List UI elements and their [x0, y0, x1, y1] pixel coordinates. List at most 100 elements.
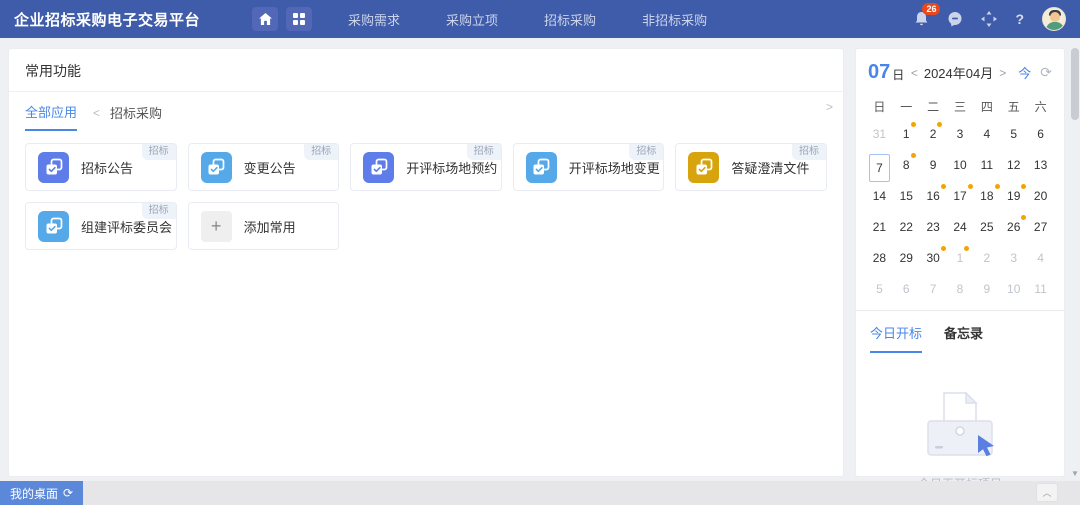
prev-month-button[interactable]: <	[907, 66, 922, 80]
calendar-day[interactable]: 9	[920, 154, 947, 176]
calendar-day[interactable]: 11	[1027, 278, 1054, 300]
tab-category-bidding[interactable]: 招标采购	[110, 103, 162, 130]
calendar-day[interactable]: 15	[893, 185, 920, 207]
calendar-day[interactable]: 18	[973, 185, 1000, 207]
tab-memo[interactable]: 备忘录	[944, 323, 983, 353]
app-tile[interactable]: 招标 招标公告	[25, 143, 177, 191]
event-dot	[1021, 215, 1026, 220]
user-avatar[interactable]	[1042, 7, 1066, 31]
app-tile[interactable]: 招标 开评标场地变更	[513, 143, 665, 191]
tab-all-apps[interactable]: 全部应用	[25, 102, 77, 131]
day-number: 31	[873, 123, 886, 145]
day-number: 22	[900, 216, 913, 238]
calendar-day[interactable]: 6	[1027, 123, 1054, 145]
top-header: 企业招标采购电子交易平台 采购需求 采购立项 招标采购 非招标采购 26	[0, 0, 1080, 38]
calendar-day[interactable]: 6	[893, 278, 920, 300]
scrollbar-thumb[interactable]	[1071, 48, 1079, 120]
calendar-day[interactable]: 16	[920, 185, 947, 207]
app-tile[interactable]: 招标 答疑澄清文件	[675, 143, 827, 191]
calendar-day[interactable]: 10	[1000, 278, 1027, 300]
calendar-day[interactable]: 14	[866, 185, 893, 207]
calendar-day[interactable]: 30	[920, 247, 947, 269]
calendar-day[interactable]: 25	[973, 216, 1000, 238]
apps-grid-button[interactable]	[286, 7, 312, 31]
tile-tag: 招标	[142, 144, 176, 160]
day-number: 16	[926, 185, 939, 207]
app-tile[interactable]: 招标 开评标场地预约	[350, 143, 502, 191]
app-tile[interactable]: 招标 组建评标委员会	[25, 202, 177, 250]
calendar-day[interactable]: 4	[1027, 247, 1054, 269]
avatar-face	[1050, 12, 1060, 22]
calendar-day[interactable]: 29	[893, 247, 920, 269]
calendar-day[interactable]: 24	[947, 216, 974, 238]
calendar-day[interactable]: 22	[893, 216, 920, 238]
calendar-day[interactable]: 5	[866, 278, 893, 300]
message-button[interactable]	[947, 11, 963, 27]
calendar-day[interactable]: 2	[973, 247, 1000, 269]
notification-badge: 26	[922, 3, 940, 15]
calendar-day[interactable]: 20	[1027, 185, 1054, 207]
app-tile[interactable]: 招标 变更公告	[188, 143, 340, 191]
next-month-button[interactable]: >	[995, 66, 1010, 80]
calendar-day[interactable]: 5	[1000, 123, 1027, 145]
chevron-up-icon: ︿	[1042, 486, 1051, 499]
tile-tag: 招标	[792, 144, 826, 160]
calendar-day-selected[interactable]: 7	[866, 154, 893, 176]
plus-icon: +	[201, 211, 232, 242]
tab-today-bid-opening[interactable]: 今日开标	[870, 323, 922, 353]
calendar-day[interactable]: 3	[947, 123, 974, 145]
fullscreen-button[interactable]	[981, 11, 997, 27]
avatar-shirt	[1046, 22, 1064, 31]
calendar-day[interactable]: 8	[947, 278, 974, 300]
help-button[interactable]: ?	[1015, 11, 1024, 27]
weekday-label: 三	[947, 94, 974, 121]
add-tile-label: 添加常用	[244, 217, 296, 236]
notification-button[interactable]: 26	[914, 11, 929, 27]
calendar-day[interactable]: 4	[973, 123, 1000, 145]
page-scrollbar[interactable]	[1071, 44, 1079, 481]
tile-label: 开评标场地预约	[406, 158, 497, 177]
calendar-day[interactable]: 3	[1000, 247, 1027, 269]
add-common-tile[interactable]: + 添加常用	[188, 202, 340, 250]
calendar-day[interactable]: 23	[920, 216, 947, 238]
calendar-day[interactable]: 12	[1000, 154, 1027, 176]
calendar-day[interactable]: 8	[893, 154, 920, 176]
calendar-day[interactable]: 10	[947, 154, 974, 176]
chevron-right-icon[interactable]: >	[826, 100, 833, 114]
nav-procurement-project[interactable]: 采购立项	[446, 10, 498, 29]
calendar-day[interactable]: 19	[1000, 185, 1027, 207]
expand-arrows-icon	[981, 11, 997, 27]
calendar-day[interactable]: 2	[920, 123, 947, 145]
day-number: 25	[980, 216, 993, 238]
calendar-day[interactable]: 9	[973, 278, 1000, 300]
chevron-left-icon[interactable]: <	[93, 106, 100, 120]
nav-non-bidding-procurement[interactable]: 非招标采购	[642, 10, 707, 29]
panel-title: 常用功能	[9, 49, 843, 92]
scrollbar-down-arrow[interactable]: ▼	[1071, 469, 1079, 478]
document-check-icon	[38, 152, 69, 183]
calendar-day[interactable]: 28	[866, 247, 893, 269]
calendar-day[interactable]: 31	[866, 123, 893, 145]
calendar-day[interactable]: 7	[920, 278, 947, 300]
calendar-day[interactable]: 13	[1027, 154, 1054, 176]
nav-procurement-demand[interactable]: 采购需求	[348, 10, 400, 29]
day-number: 21	[873, 216, 886, 238]
home-button[interactable]	[252, 7, 278, 31]
calendar-day[interactable]: 1	[947, 247, 974, 269]
calendar-day[interactable]: 26	[1000, 216, 1027, 238]
calendar-day[interactable]: 27	[1027, 216, 1054, 238]
calendar-day[interactable]: 17	[947, 185, 974, 207]
calendar-day[interactable]: 11	[973, 154, 1000, 176]
nav-bidding-procurement[interactable]: 招标采购	[544, 10, 596, 29]
refresh-icon[interactable]: ⟳	[1040, 64, 1052, 81]
collapse-button[interactable]: ︿	[1036, 483, 1058, 502]
calendar-panel: 07 日 < 2024年04月 > 今 ⟳ 日一二三四五六 3112345678…	[855, 48, 1065, 477]
today-button[interactable]: 今	[1018, 63, 1031, 82]
calendar-day[interactable]: 21	[866, 216, 893, 238]
event-dot	[964, 246, 969, 251]
day-number: 27	[1034, 216, 1047, 238]
month-label[interactable]: 2024年04月	[924, 63, 993, 82]
calendar-day[interactable]: 1	[893, 123, 920, 145]
my-desktop-button[interactable]: 我的桌面 ⟳	[0, 481, 83, 505]
weekday-label: 二	[920, 94, 947, 121]
